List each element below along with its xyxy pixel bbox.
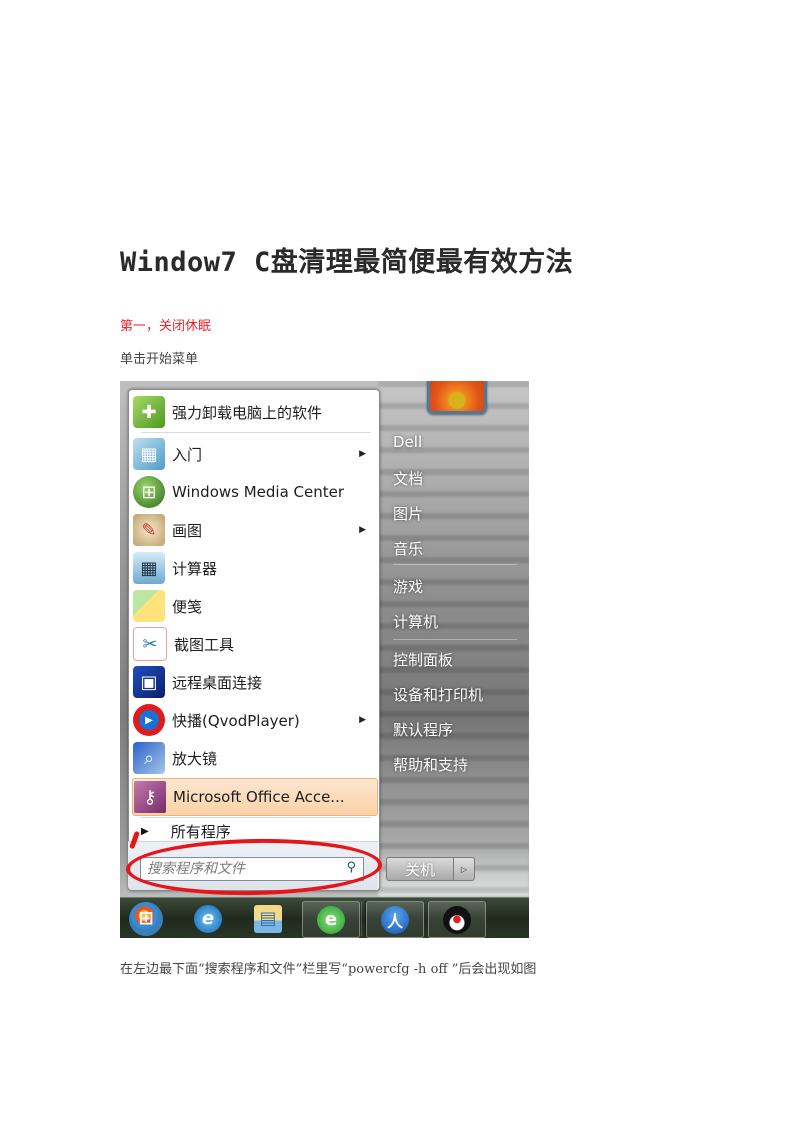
- snipping-tool-icon: ✂: [133, 627, 167, 661]
- menu-item-label: Microsoft Office Acce...: [173, 788, 345, 806]
- right-link-devices-printers[interactable]: 设备和打印机: [393, 684, 483, 705]
- menu-item-label: 画图: [172, 521, 203, 540]
- paint-icon: ✎: [133, 514, 165, 546]
- expand-arrow-icon: ▶: [141, 826, 149, 837]
- menu-item-label: 计算器: [172, 559, 218, 578]
- menu-item-getting-started[interactable]: ▦ 入门 ▶: [132, 436, 376, 472]
- right-link-default-programs[interactable]: 默认程序: [393, 719, 453, 740]
- right-link-control-panel[interactable]: 控制面板: [393, 649, 453, 670]
- document-title: Window7 C盘清理最简便最有效方法: [120, 247, 574, 278]
- app-blue-icon: 人: [381, 905, 409, 934]
- instruction-paragraph-2: 在左边最下面“搜索程序和文件”栏里写“powercfg -h off ”后会出现…: [120, 962, 537, 977]
- menu-separator: [141, 817, 371, 818]
- taskbar-qq-button[interactable]: ●: [428, 901, 486, 938]
- qvod-player-icon: ▶: [133, 704, 165, 736]
- menu-item-label: 强力卸载电脑上的软件: [172, 403, 323, 422]
- menu-item-snipping-tool[interactable]: ✂ 截图工具: [132, 626, 376, 662]
- sticky-notes-icon: [133, 590, 165, 622]
- menu-item-sticky-notes[interactable]: 便笺: [132, 588, 376, 624]
- qq-penguin-icon: ●: [443, 905, 471, 934]
- taskbar-start-button[interactable]: ⊞: [120, 901, 174, 936]
- calculator-icon: ▦: [133, 552, 165, 584]
- submenu-arrow-icon: ▶: [359, 449, 366, 459]
- start-menu-screenshot: ✚ 强力卸载电脑上的软件 ▦ 入门 ▶ ⊞ Windows Media Cent…: [120, 381, 529, 938]
- right-link-pictures[interactable]: 图片: [393, 503, 423, 524]
- magnifier-icon: ⌕: [133, 742, 165, 774]
- right-link-music[interactable]: 音乐: [393, 538, 423, 559]
- menu-item-remote-desktop[interactable]: ▣ 远程桌面连接: [132, 664, 376, 700]
- ms-access-icon: ⚷: [134, 781, 166, 813]
- taskbar-blue-app-button[interactable]: 人: [366, 901, 424, 938]
- user-picture[interactable]: [427, 381, 487, 414]
- menu-item-label: 截图工具: [174, 635, 235, 654]
- start-orb-icon: ⊞: [129, 901, 163, 936]
- menu-separator: [141, 432, 371, 433]
- right-link-documents[interactable]: 文档: [393, 468, 423, 489]
- remote-desktop-icon: ▣: [133, 666, 165, 698]
- submenu-arrow-icon: ▶: [359, 715, 366, 725]
- right-separator: [393, 564, 517, 565]
- right-link-dell[interactable]: Dell: [393, 433, 422, 451]
- all-programs-button[interactable]: ▶ 所有程序: [141, 821, 231, 842]
- submenu-arrow-icon: ▶: [359, 525, 366, 535]
- menu-item-label: 远程桌面连接: [172, 673, 263, 692]
- menu-item-label: 快播(QvodPlayer): [172, 711, 300, 730]
- shutdown-options-button[interactable]: ▷: [453, 857, 475, 881]
- menu-item-ms-access[interactable]: ⚷ Microsoft Office Acce...: [132, 778, 378, 816]
- section-heading: 第一，关闭休眠: [120, 319, 212, 334]
- menu-item-label: 放大镜: [172, 749, 218, 768]
- right-link-computer[interactable]: 计算机: [393, 611, 438, 632]
- menu-item-label: Windows Media Center: [172, 483, 345, 501]
- menu-item-media-center[interactable]: ⊞ Windows Media Center: [132, 474, 376, 510]
- start-menu-programs-pane: ✚ 强力卸载电脑上的软件 ▦ 入门 ▶ ⊞ Windows Media Cent…: [128, 389, 380, 891]
- taskbar-ie-button[interactable]: e: [180, 901, 236, 936]
- file-explorer-icon: ▤: [254, 904, 282, 933]
- menu-item-calculator[interactable]: ▦ 计算器: [132, 550, 376, 586]
- menu-item-paint[interactable]: ✎ 画图 ▶: [132, 512, 376, 548]
- menu-item-magnifier[interactable]: ⌕ 放大镜: [132, 740, 376, 776]
- menu-item-uninstall[interactable]: ✚ 强力卸载电脑上的软件: [132, 394, 376, 430]
- menu-item-label: 入门: [172, 445, 203, 464]
- taskbar-green-browser-button[interactable]: e: [302, 901, 360, 938]
- getting-started-icon: ▦: [133, 438, 165, 470]
- right-link-help-support[interactable]: 帮助和支持: [393, 754, 468, 775]
- right-separator: [393, 639, 517, 640]
- menu-item-qvod-player[interactable]: ▶ 快播(QvodPlayer) ▶: [132, 702, 376, 738]
- media-center-icon: ⊞: [133, 476, 165, 508]
- shutdown-button[interactable]: 关机: [386, 857, 454, 881]
- taskbar-explorer-button[interactable]: ▤: [240, 901, 296, 936]
- taskbar: ⊞ e ▤ e 人 ●: [120, 897, 529, 938]
- instruction-paragraph-1: 单击开始菜单: [120, 352, 199, 367]
- internet-explorer-icon: e: [194, 904, 222, 933]
- right-link-games[interactable]: 游戏: [393, 576, 423, 597]
- all-programs-label: 所有程序: [170, 823, 231, 841]
- uninstall-icon: ✚: [133, 396, 165, 428]
- menu-item-label: 便笺: [172, 597, 203, 616]
- browser-green-e-icon: e: [317, 905, 345, 934]
